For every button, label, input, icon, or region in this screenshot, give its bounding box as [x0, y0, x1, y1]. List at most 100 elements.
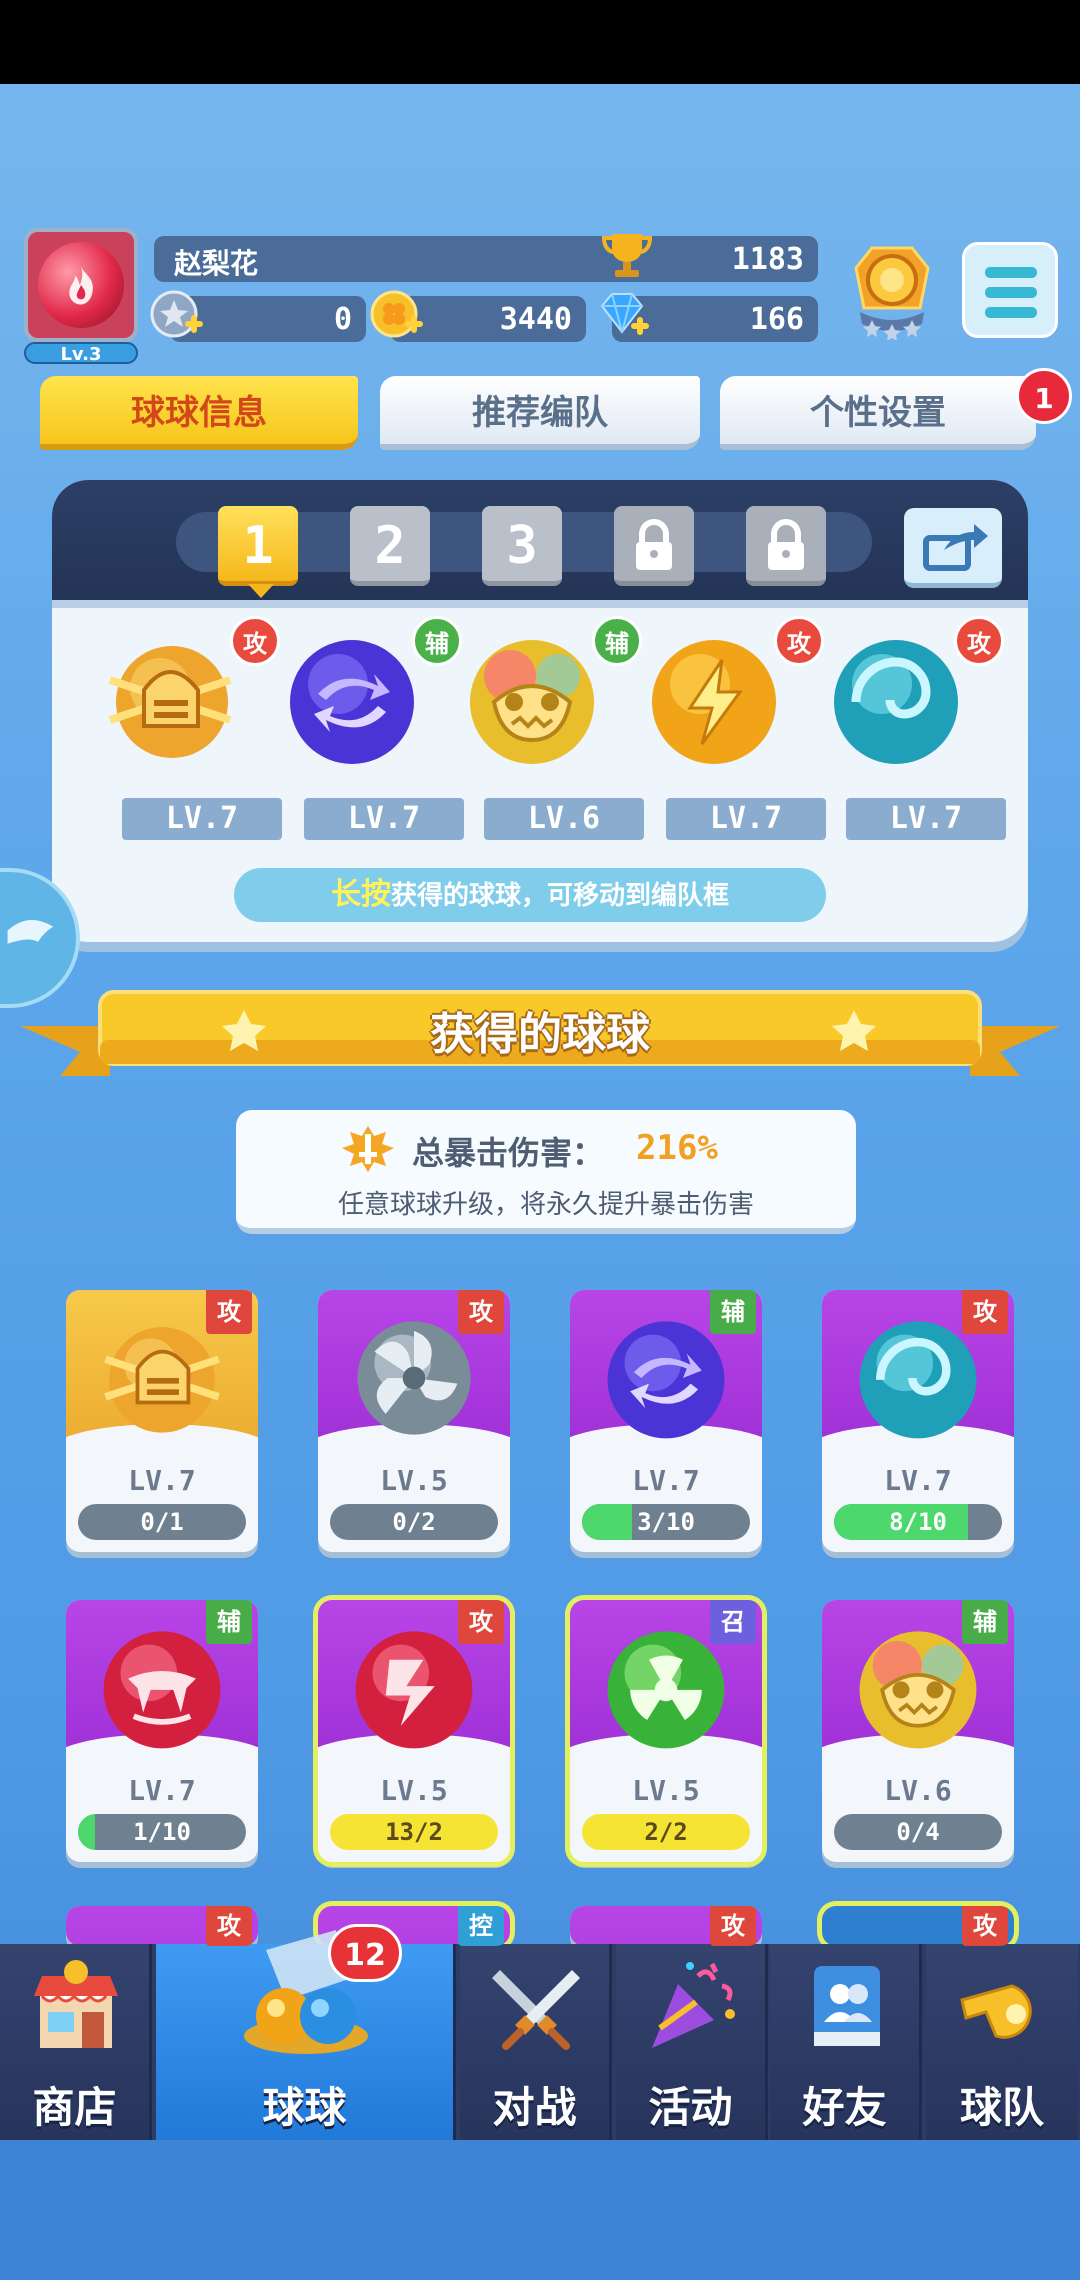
- bottom-background: [0, 2140, 1080, 2280]
- lock-icon: [636, 519, 672, 570]
- ball-card[interactable]: 攻: [66, 1906, 258, 1946]
- upgrade-progress: 8/10: [834, 1504, 1002, 1540]
- shop-icon: [34, 1960, 118, 2048]
- bottom-nav: 商店 球球 对战 活动 好友 球队: [0, 1930, 1080, 2140]
- nav-label: 活动: [648, 2083, 733, 2132]
- role-tag: 攻: [962, 1906, 1008, 1946]
- fangs-ball-icon: [103, 1631, 221, 1749]
- settings-notification-badge: 1: [1016, 368, 1072, 424]
- star-coin-plus-icon[interactable]: [148, 286, 208, 346]
- team-panel: 1 2 3 攻 辅 辅 攻 攻 LV.7 LV.7 LV.6 LV.7 LV.7…: [52, 480, 1028, 942]
- swap-arrows-ball-icon[interactable]: [282, 630, 422, 770]
- lightning-ball-icon[interactable]: [644, 630, 784, 770]
- fan-ball-icon: [357, 1321, 471, 1435]
- monster-face-ball-icon[interactable]: [462, 630, 602, 770]
- team-ball-level: LV.7: [304, 798, 464, 840]
- nav-label: 商店: [32, 2083, 117, 2132]
- party-popper-icon: [652, 1962, 735, 2048]
- ball-card[interactable]: 辅 LV.6 0/4: [822, 1600, 1014, 1862]
- knight-helmet-ball-icon: [104, 1327, 220, 1433]
- ball-level: LV.7: [128, 1464, 196, 1497]
- nav-shop[interactable]: 商店: [0, 1944, 152, 2140]
- ball-level: LV.5: [380, 1774, 448, 1807]
- player-level-badge: Lv.3: [24, 342, 138, 365]
- ball-card[interactable]: 攻 LV.7 0/1: [66, 1290, 258, 1552]
- lock-icon: [768, 519, 804, 570]
- role-tag: 攻: [230, 616, 280, 666]
- crit-damage-value: 216%: [636, 1128, 718, 1168]
- vortex-ball-icon: [859, 1321, 977, 1439]
- swap-arrows-ball-icon: [607, 1321, 725, 1439]
- role-tag: 攻: [206, 1906, 252, 1946]
- role-tag: 控: [458, 1906, 504, 1946]
- player-avatar[interactable]: [24, 228, 138, 342]
- tab-ball-info[interactable]: 球球信息: [40, 376, 358, 450]
- knight-helmet-ball-icon[interactable]: [100, 630, 240, 770]
- ball-card[interactable]: 攻 LV.5 0/2: [318, 1290, 510, 1552]
- whistle-icon: [960, 1984, 1032, 2039]
- ball-level: LV.5: [632, 1774, 700, 1807]
- team-ball-level: LV.7: [846, 798, 1006, 840]
- role-tag: 攻: [774, 616, 824, 666]
- clover-coin-plus-icon[interactable]: [368, 286, 428, 346]
- monster-face-ball-icon: [859, 1631, 977, 1749]
- crit-sword-icon: [342, 1126, 394, 1172]
- player-name: 赵梨花: [174, 247, 259, 280]
- team-slot-2[interactable]: 2: [350, 506, 430, 586]
- crack-ball-icon: [355, 1631, 473, 1749]
- ball-card-upgradable[interactable]: 攻 LV.5 13/2: [318, 1600, 510, 1862]
- nav-label: 好友: [802, 2083, 887, 2132]
- role-tag: 攻: [954, 616, 1004, 666]
- nav-events[interactable]: 活动: [616, 1944, 768, 2140]
- role-tag: 辅: [412, 616, 462, 666]
- role-tag: 攻: [710, 1906, 756, 1946]
- diamond-plus-icon[interactable]: [594, 286, 654, 346]
- ball-card[interactable]: 辅 LV.7 1/10: [66, 1600, 258, 1862]
- crit-damage-note: 任意球球升级，将永久提升暴击伤害: [337, 1190, 754, 1220]
- trophy-count: 1183: [731, 242, 804, 277]
- fire-ball-icon: [38, 242, 124, 328]
- team-ball-level: LV.7: [122, 798, 282, 840]
- ball-level: LV.7: [128, 1774, 196, 1807]
- team-ball-level: LV.6: [484, 798, 644, 840]
- friends-book-icon: [814, 1966, 880, 2046]
- balls-notification-badge: 12: [328, 1924, 402, 1982]
- share-icon: [923, 524, 988, 571]
- upgrade-progress: 0/2: [330, 1504, 498, 1540]
- menu-button[interactable]: [962, 242, 1058, 338]
- ball-card[interactable]: 辅 LV.7 3/10: [570, 1290, 762, 1552]
- nav-label: 对战: [492, 2083, 577, 2132]
- ball-level: LV.7: [884, 1464, 952, 1497]
- slot-pointer-icon: [248, 584, 274, 598]
- nav-team[interactable]: 球队: [926, 1944, 1078, 2140]
- ball-card[interactable]: 攻: [570, 1906, 762, 1946]
- nav-balls[interactable]: 球球: [156, 1930, 456, 2140]
- nav-battle[interactable]: 对战: [460, 1944, 612, 2140]
- trophy-icon: [601, 234, 653, 277]
- team-slot-1[interactable]: 1: [218, 506, 298, 586]
- team-slot-header: 1 2 3: [52, 480, 1028, 608]
- tab-recommended-team[interactable]: 推荐编队: [380, 376, 700, 450]
- obtained-balls-title: 获得的球球: [430, 1009, 650, 1060]
- upgrade-progress: 1/10: [78, 1814, 246, 1850]
- crit-damage-label: 总暴击伤害：: [412, 1134, 605, 1172]
- radiation-ball-icon: [607, 1631, 725, 1749]
- tab-personal-settings[interactable]: 个性设置: [720, 376, 1036, 450]
- team-slot-3[interactable]: 3: [482, 506, 562, 586]
- nav-friends[interactable]: 好友: [770, 1944, 922, 2140]
- ball-level: LV.5: [380, 1464, 448, 1497]
- upgrade-progress: 0/4: [834, 1814, 1002, 1850]
- team-slot-locked-4[interactable]: [614, 506, 694, 586]
- upgrade-progress: 3/10: [582, 1504, 750, 1540]
- player-info-bar: 赵梨花 1183: [154, 236, 818, 282]
- ball-card[interactable]: 攻 LV.7 8/10: [822, 1290, 1014, 1552]
- vortex-ball-icon[interactable]: [826, 630, 966, 770]
- rank-medal-icon[interactable]: [842, 238, 942, 340]
- nav-label: 球队: [959, 2083, 1044, 2132]
- team-slot-locked-5[interactable]: [746, 506, 826, 586]
- drag-hint: 长按获得的球球，可移动到编队框: [234, 868, 826, 922]
- ball-card-upgradable[interactable]: 召 LV.5 2/2: [570, 1600, 762, 1862]
- ball-card[interactable]: 攻: [822, 1906, 1014, 1946]
- nav-label: 球球: [262, 2083, 347, 2132]
- share-button[interactable]: [904, 508, 1002, 588]
